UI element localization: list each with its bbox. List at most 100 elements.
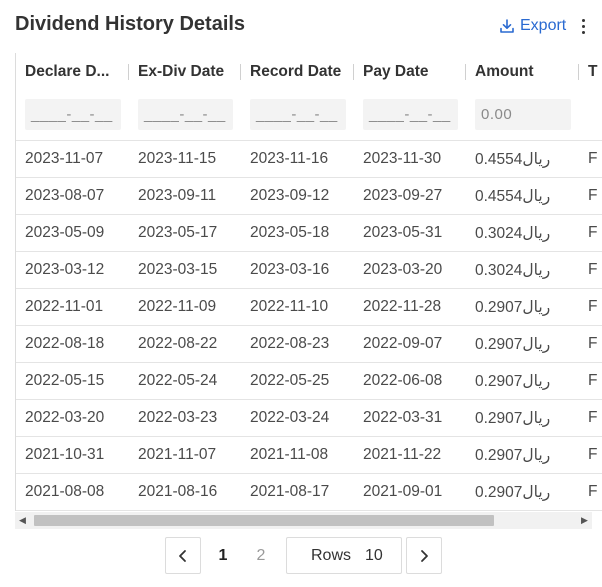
- cell-amount: 0.3024ريال: [475, 224, 551, 242]
- cell-type: F: [588, 298, 598, 315]
- cell-ex-div-date: 2021-08-16: [138, 483, 218, 500]
- table-row[interactable]: 2023-08-07 2023-09-11 2023-09-12 2023-09-27…: [16, 178, 602, 215]
- table-row[interactable]: 2022-05-15 2022-05-24 2022-05-25 2022-06-08…: [16, 363, 602, 400]
- table-row[interactable]: 2022-08-18 2022-08-22 2022-08-23 2022-09-07…: [16, 326, 602, 363]
- dividend-table: Declare D... Ex-Div Date Record Date Pay…: [15, 53, 602, 511]
- cell-declare-date: 2022-05-15: [25, 372, 105, 389]
- cell-type: F: [588, 335, 598, 352]
- panel-header: Dividend History Details Export: [15, 0, 602, 50]
- cell-amount: 0.4554ريال: [475, 150, 551, 168]
- scroll-right-icon[interactable]: ▶: [577, 512, 592, 529]
- cell-declare-date: 2023-03-12: [25, 261, 105, 278]
- scrollbar-thumb[interactable]: [34, 515, 494, 526]
- table-row[interactable]: 2023-11-07 2023-11-15 2023-11-16 2023-11-30…: [16, 141, 602, 178]
- column-header-type[interactable]: T: [579, 53, 602, 90]
- cell-pay-date: 2023-11-30: [363, 150, 442, 167]
- filter-ex-div-date-input[interactable]: ____-__-__: [138, 99, 233, 130]
- cell-type: F: [588, 483, 598, 500]
- cell-type: F: [588, 187, 598, 204]
- scroll-left-icon[interactable]: ◀: [15, 512, 30, 529]
- next-page-button[interactable]: [406, 537, 442, 574]
- cell-amount: 0.2907ريال: [475, 298, 551, 316]
- prev-page-button[interactable]: [165, 537, 201, 574]
- cell-declare-date: 2023-08-07: [25, 187, 105, 204]
- cell-ex-div-date: 2022-05-24: [138, 372, 218, 389]
- table-header-row: Declare D... Ex-Div Date Record Date Pay…: [16, 53, 602, 90]
- page-2-button[interactable]: 2: [250, 537, 272, 574]
- cell-pay-date: 2022-06-08: [363, 372, 443, 389]
- rows-per-page-select[interactable]: Rows 10: [286, 537, 402, 574]
- cell-record-date: 2023-03-16: [250, 261, 330, 278]
- cell-record-date: 2021-11-08: [250, 446, 329, 463]
- export-label: Export: [520, 17, 567, 34]
- cell-ex-div-date: 2022-08-22: [138, 335, 218, 352]
- table-row[interactable]: 2022-03-20 2022-03-23 2022-03-24 2022-03-31…: [16, 400, 602, 437]
- cell-declare-date: 2021-10-31: [25, 446, 105, 463]
- cell-pay-date: 2021-11-22: [363, 446, 442, 463]
- cell-record-date: 2023-09-12: [250, 187, 330, 204]
- cell-type: F: [588, 446, 598, 463]
- more-vertical-icon: [581, 18, 585, 22]
- more-options-button[interactable]: [577, 15, 589, 37]
- cell-declare-date: 2022-08-18: [25, 335, 105, 352]
- cell-type: F: [588, 372, 598, 389]
- column-header-declare-date[interactable]: Declare D...: [16, 53, 129, 90]
- cell-type: F: [588, 261, 598, 278]
- cell-ex-div-date: 2023-05-17: [138, 224, 218, 241]
- page-title: Dividend History Details: [15, 13, 246, 35]
- cell-amount: 0.2907ريال: [475, 483, 551, 501]
- column-header-amount[interactable]: Amount: [466, 53, 579, 90]
- column-header-pay-date[interactable]: Pay Date: [354, 53, 466, 90]
- rows-value: 10: [365, 546, 383, 564]
- filter-record-date-input[interactable]: ____-__-__: [250, 99, 346, 130]
- page-1-button[interactable]: 1: [212, 537, 234, 574]
- cell-declare-date: 2022-03-20: [25, 409, 105, 426]
- cell-record-date: 2022-08-23: [250, 335, 330, 352]
- chevron-left-icon: [179, 549, 186, 562]
- horizontal-scrollbar[interactable]: ◀ ▶: [15, 512, 592, 529]
- cell-declare-date: 2022-11-01: [25, 298, 104, 315]
- cell-amount: 0.2907ريال: [475, 409, 551, 427]
- cell-amount: 0.4554ريال: [475, 187, 551, 205]
- cell-pay-date: 2022-09-07: [363, 335, 443, 352]
- cell-ex-div-date: 2021-11-07: [138, 446, 217, 463]
- cell-record-date: 2021-08-17: [250, 483, 330, 500]
- cell-ex-div-date: 2023-09-11: [138, 187, 217, 204]
- export-button[interactable]: Export: [499, 16, 566, 36]
- table-row[interactable]: 2023-03-12 2023-03-15 2023-03-16 2023-03-20…: [16, 252, 602, 289]
- table-row[interactable]: 2023-05-09 2023-05-17 2023-05-18 2023-05-31…: [16, 215, 602, 252]
- cell-type: F: [588, 150, 598, 167]
- cell-amount: 0.2907ريال: [475, 335, 551, 353]
- cell-pay-date: 2022-11-28: [363, 298, 442, 315]
- cell-type: F: [588, 409, 598, 426]
- filter-amount-input[interactable]: 0.00: [475, 99, 571, 130]
- cell-record-date: 2023-11-16: [250, 150, 329, 167]
- cell-declare-date: 2021-08-08: [25, 483, 105, 500]
- cell-record-date: 2022-11-10: [250, 298, 329, 315]
- cell-record-date: 2023-05-18: [250, 224, 330, 241]
- cell-type: F: [588, 224, 598, 241]
- column-header-record-date[interactable]: Record Date: [241, 53, 354, 90]
- cell-declare-date: 2023-05-09: [25, 224, 105, 241]
- cell-amount: 0.2907ريال: [475, 372, 551, 390]
- cell-amount: 0.3024ريال: [475, 261, 551, 279]
- cell-ex-div-date: 2023-11-15: [138, 150, 217, 167]
- table-row[interactable]: 2022-11-01 2022-11-09 2022-11-10 2022-11-28…: [16, 289, 602, 326]
- cell-pay-date: 2023-05-31: [363, 224, 443, 241]
- cell-ex-div-date: 2022-11-09: [138, 298, 217, 315]
- pagination: 1 2 Rows 10: [0, 537, 602, 574]
- cell-declare-date: 2023-11-07: [25, 150, 104, 167]
- filter-row: ____-__-__ ____-__-__ ____-__-__ ____-__…: [16, 90, 602, 141]
- rows-label: Rows: [311, 546, 352, 564]
- cell-amount: 0.2907ريال: [475, 446, 551, 464]
- chevron-right-icon: [421, 549, 428, 562]
- table-row[interactable]: 2021-10-31 2021-11-07 2021-11-08 2021-11-22…: [16, 437, 602, 474]
- cell-ex-div-date: 2023-03-15: [138, 261, 218, 278]
- filter-pay-date-input[interactable]: ____-__-__: [363, 99, 458, 130]
- filter-declare-date-input[interactable]: ____-__-__: [25, 99, 121, 130]
- cell-ex-div-date: 2022-03-23: [138, 409, 218, 426]
- download-icon: [500, 19, 514, 33]
- column-header-ex-div-date[interactable]: Ex-Div Date: [129, 53, 241, 90]
- table-row[interactable]: 2021-08-08 2021-08-16 2021-08-17 2021-09-01…: [16, 474, 602, 511]
- cell-record-date: 2022-05-25: [250, 372, 330, 389]
